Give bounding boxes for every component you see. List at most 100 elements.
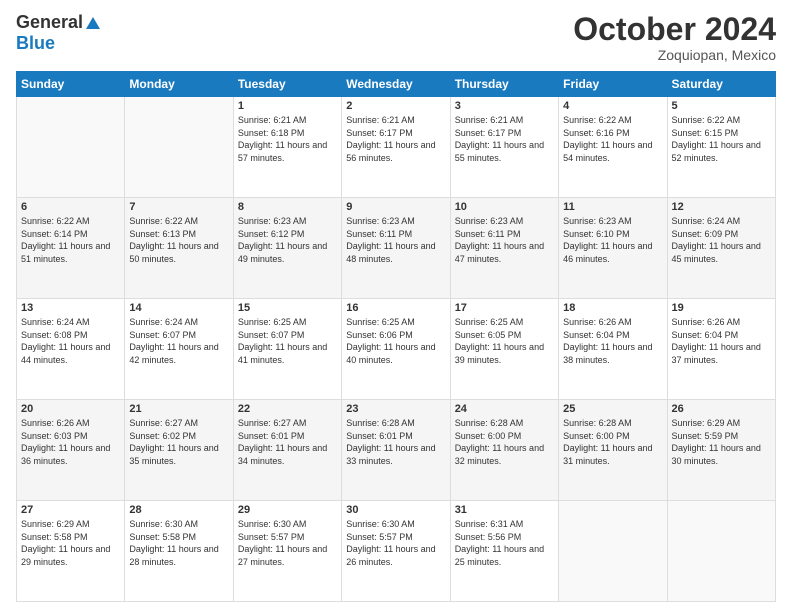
table-row [559,501,667,602]
day-info: Sunrise: 6:24 AMSunset: 6:07 PMDaylight:… [129,316,228,366]
day-number: 28 [129,504,228,516]
title-block: October 2024 Zoquiopan, Mexico [573,12,776,63]
table-row: 17 Sunrise: 6:25 AMSunset: 6:05 PMDayligh… [450,299,558,400]
day-number: 27 [21,504,120,516]
day-info: Sunrise: 6:30 AMSunset: 5:57 PMDaylight:… [238,518,337,568]
day-info: Sunrise: 6:26 AMSunset: 6:04 PMDaylight:… [563,316,662,366]
table-row: 25 Sunrise: 6:28 AMSunset: 6:00 PMDayligh… [559,400,667,501]
table-row: 23 Sunrise: 6:28 AMSunset: 6:01 PMDayligh… [342,400,450,501]
day-number: 23 [346,403,445,415]
day-number: 2 [346,100,445,112]
day-info: Sunrise: 6:24 AMSunset: 6:09 PMDaylight:… [672,215,771,265]
day-number: 14 [129,302,228,314]
table-row: 26 Sunrise: 6:29 AMSunset: 5:59 PMDayligh… [667,400,775,501]
day-info: Sunrise: 6:27 AMSunset: 6:02 PMDaylight:… [129,417,228,467]
day-number: 26 [672,403,771,415]
day-number: 8 [238,201,337,213]
day-info: Sunrise: 6:24 AMSunset: 6:08 PMDaylight:… [21,316,120,366]
table-row: 21 Sunrise: 6:27 AMSunset: 6:02 PMDayligh… [125,400,233,501]
day-info: Sunrise: 6:25 AMSunset: 6:07 PMDaylight:… [238,316,337,366]
day-number: 21 [129,403,228,415]
day-number: 16 [346,302,445,314]
table-row: 3Sunrise: 6:21 AMSunset: 6:17 PMDaylight… [450,97,558,198]
day-info: Sunrise: 6:28 AMSunset: 6:01 PMDaylight:… [346,417,445,467]
day-info: Sunrise: 6:26 AMSunset: 6:03 PMDaylight:… [21,417,120,467]
day-info: Sunrise: 6:21 AMSunset: 6:17 PMDaylight:… [455,114,554,164]
table-row: 29 Sunrise: 6:30 AMSunset: 5:57 PMDayligh… [233,501,341,602]
table-row: 13 Sunrise: 6:24 AMSunset: 6:08 PMDayligh… [17,299,125,400]
calendar-week-row: 20Sunrise: 6:26 AMSunset: 6:03 PMDayligh… [17,400,776,501]
day-number: 29 [238,504,337,516]
table-row: 6 Sunrise: 6:22 AMSunset: 6:14 PMDaylight… [17,198,125,299]
day-info: Sunrise: 6:22 AMSunset: 6:13 PMDaylight:… [129,215,228,265]
calendar-week-row: 27 Sunrise: 6:29 AMSunset: 5:58 PMDayligh… [17,501,776,602]
table-row: 15 Sunrise: 6:25 AMSunset: 6:07 PMDayligh… [233,299,341,400]
table-row: 11 Sunrise: 6:23 AMSunset: 6:10 PMDayligh… [559,198,667,299]
logo: General Blue [16,12,103,54]
month-title: October 2024 [573,12,776,47]
day-info: Sunrise: 6:30 AMSunset: 5:57 PMDaylight:… [346,518,445,568]
col-saturday: Saturday [667,72,775,97]
table-row: 27 Sunrise: 6:29 AMSunset: 5:58 PMDayligh… [17,501,125,602]
table-row: 10Sunrise: 6:23 AMSunset: 6:11 PMDayligh… [450,198,558,299]
calendar-week-row: 6 Sunrise: 6:22 AMSunset: 6:14 PMDaylight… [17,198,776,299]
calendar-header-row: Sunday Monday Tuesday Wednesday Thursday… [17,72,776,97]
day-info: Sunrise: 6:30 AMSunset: 5:58 PMDaylight:… [129,518,228,568]
day-info: Sunrise: 6:27 AMSunset: 6:01 PMDaylight:… [238,417,337,467]
page: General Blue October 2024 Zoquiopan, Mex… [0,0,792,612]
table-row [667,501,775,602]
table-row: 19Sunrise: 6:26 AMSunset: 6:04 PMDayligh… [667,299,775,400]
day-number: 13 [21,302,120,314]
table-row: 30 Sunrise: 6:30 AMSunset: 5:57 PMDayligh… [342,501,450,602]
day-info: Sunrise: 6:29 AMSunset: 5:59 PMDaylight:… [672,417,771,467]
day-number: 9 [346,201,445,213]
table-row: 18Sunrise: 6:26 AMSunset: 6:04 PMDayligh… [559,299,667,400]
table-row: 1 Sunrise: 6:21 AMSunset: 6:18 PMDaylight… [233,97,341,198]
day-info: Sunrise: 6:28 AMSunset: 6:00 PMDaylight:… [455,417,554,467]
day-info: Sunrise: 6:21 AMSunset: 6:17 PMDaylight:… [346,114,445,164]
table-row: 8Sunrise: 6:23 AMSunset: 6:12 PMDaylight… [233,198,341,299]
header: General Blue October 2024 Zoquiopan, Mex… [16,12,776,63]
logo-blue: Blue [16,33,55,53]
day-info: Sunrise: 6:28 AMSunset: 6:00 PMDaylight:… [563,417,662,467]
table-row: 31Sunrise: 6:31 AMSunset: 5:56 PMDayligh… [450,501,558,602]
day-number: 22 [238,403,337,415]
table-row: 22 Sunrise: 6:27 AMSunset: 6:01 PMDayligh… [233,400,341,501]
day-number: 1 [238,100,337,112]
table-row: 4Sunrise: 6:22 AMSunset: 6:16 PMDaylight… [559,97,667,198]
day-number: 5 [672,100,771,112]
day-info: Sunrise: 6:29 AMSunset: 5:58 PMDaylight:… [21,518,120,568]
col-friday: Friday [559,72,667,97]
col-sunday: Sunday [17,72,125,97]
table-row: 24Sunrise: 6:28 AMSunset: 6:00 PMDayligh… [450,400,558,501]
table-row: 12 Sunrise: 6:24 AMSunset: 6:09 PMDayligh… [667,198,775,299]
day-number: 15 [238,302,337,314]
col-wednesday: Wednesday [342,72,450,97]
day-number: 7 [129,201,228,213]
table-row: 20Sunrise: 6:26 AMSunset: 6:03 PMDayligh… [17,400,125,501]
day-info: Sunrise: 6:22 AMSunset: 6:15 PMDaylight:… [672,114,771,164]
location: Zoquiopan, Mexico [573,47,776,63]
table-row: 16Sunrise: 6:25 AMSunset: 6:06 PMDayligh… [342,299,450,400]
calendar-week-row: 13 Sunrise: 6:24 AMSunset: 6:08 PMDayligh… [17,299,776,400]
table-row [17,97,125,198]
day-number: 12 [672,201,771,213]
day-info: Sunrise: 6:22 AMSunset: 6:14 PMDaylight:… [21,215,120,265]
day-info: Sunrise: 6:23 AMSunset: 6:10 PMDaylight:… [563,215,662,265]
day-info: Sunrise: 6:22 AMSunset: 6:16 PMDaylight:… [563,114,662,164]
day-number: 25 [563,403,662,415]
table-row: 14 Sunrise: 6:24 AMSunset: 6:07 PMDayligh… [125,299,233,400]
day-number: 17 [455,302,554,314]
calendar-week-row: 1 Sunrise: 6:21 AMSunset: 6:18 PMDaylight… [17,97,776,198]
day-info: Sunrise: 6:25 AMSunset: 6:05 PMDaylight:… [455,316,554,366]
day-number: 10 [455,201,554,213]
day-info: Sunrise: 6:21 AMSunset: 6:18 PMDaylight:… [238,114,337,164]
day-number: 30 [346,504,445,516]
table-row: 2 Sunrise: 6:21 AMSunset: 6:17 PMDaylight… [342,97,450,198]
day-info: Sunrise: 6:31 AMSunset: 5:56 PMDaylight:… [455,518,554,568]
day-info: Sunrise: 6:23 AMSunset: 6:11 PMDaylight:… [346,215,445,265]
day-number: 6 [21,201,120,213]
col-tuesday: Tuesday [233,72,341,97]
table-row: 28 Sunrise: 6:30 AMSunset: 5:58 PMDayligh… [125,501,233,602]
day-number: 11 [563,201,662,213]
